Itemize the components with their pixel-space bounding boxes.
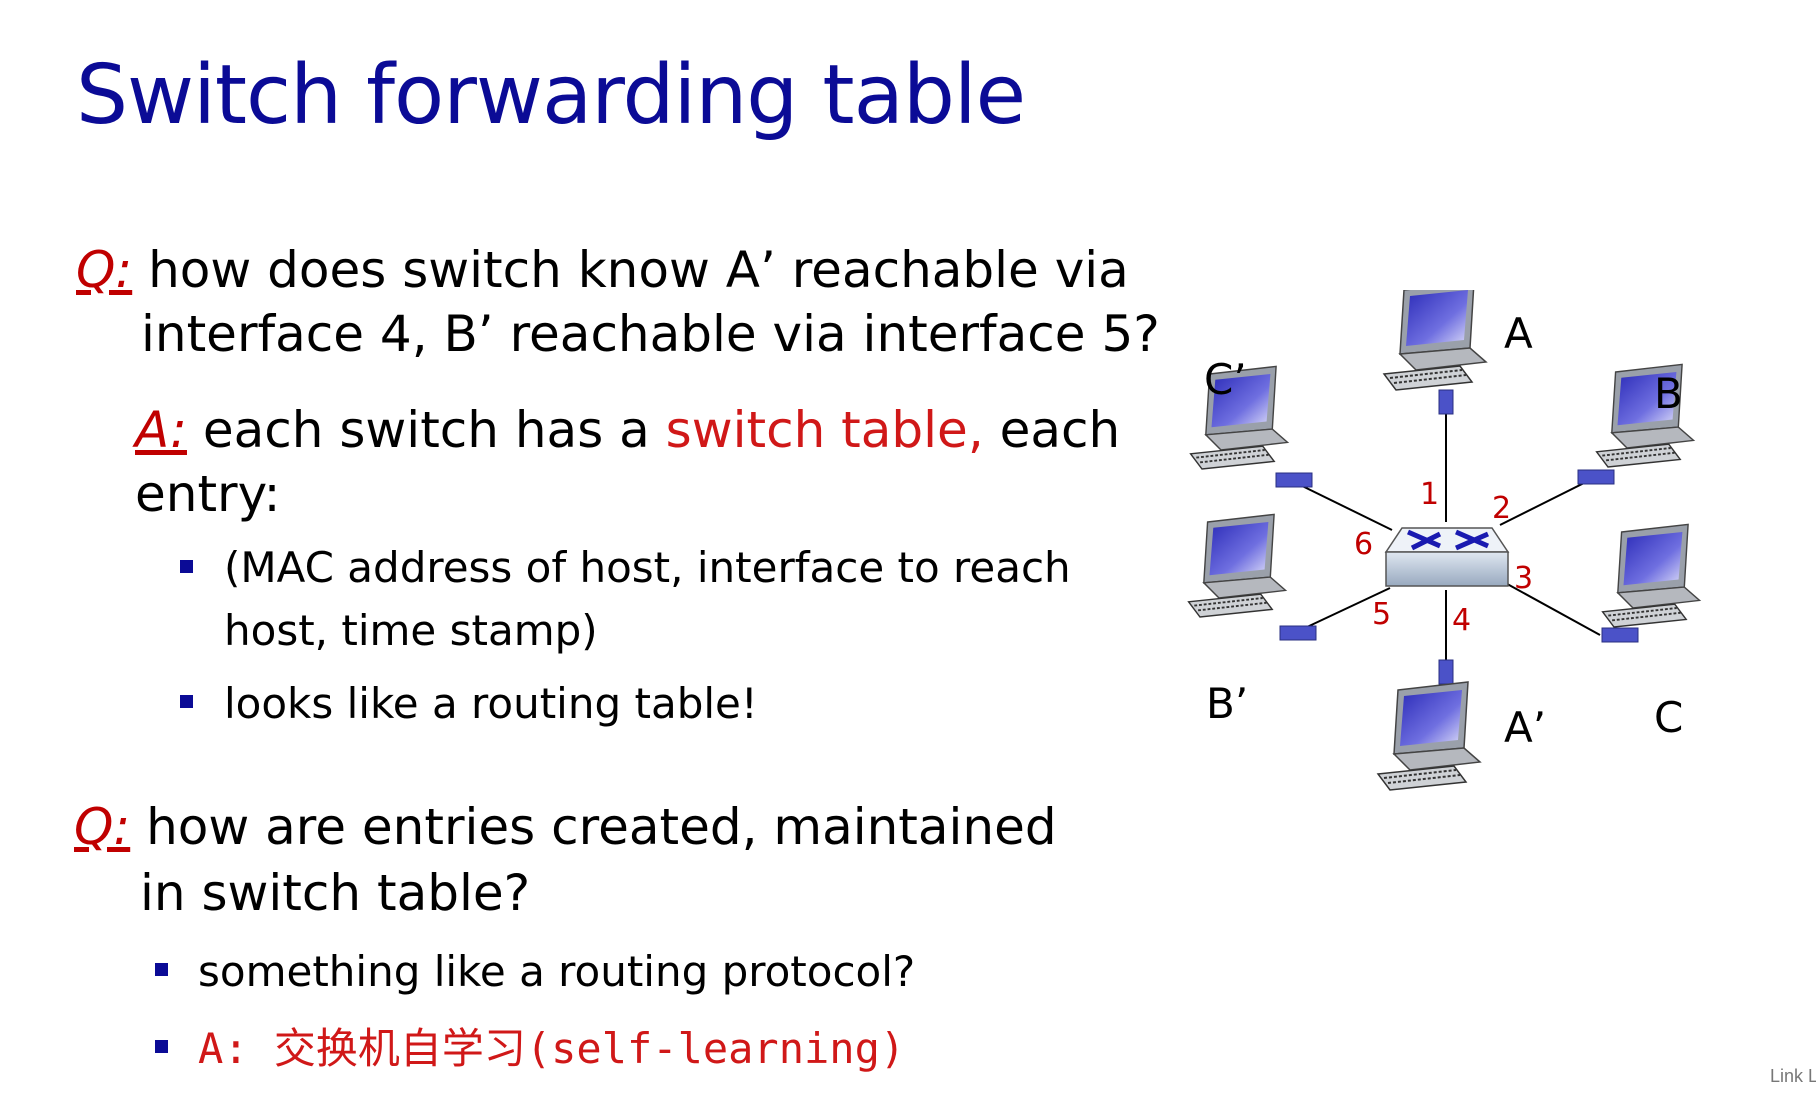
bullet-marker bbox=[155, 963, 168, 976]
bullet-marker bbox=[180, 695, 193, 708]
answer-1-post: each bbox=[983, 401, 1121, 459]
answer-1: A: each switch has a switch table, each bbox=[135, 398, 1120, 462]
bullet-mac-entry: (MAC address of host, interface to reach bbox=[224, 543, 1071, 592]
interface-3-label: 3 bbox=[1514, 561, 1533, 596]
bullet-self-learning: A: 交换机自学习(self-learning) bbox=[198, 1024, 906, 1073]
nic-a bbox=[1438, 389, 1454, 415]
bullet-mac-entry-continued: host, time stamp) bbox=[224, 606, 598, 655]
question-2: Q: how are entries created, maintained bbox=[74, 795, 1057, 859]
interface-1-label: 1 bbox=[1420, 477, 1439, 512]
question-1-continued: interface 4, B’ reachable via interface … bbox=[141, 305, 1160, 363]
interface-2-label: 2 bbox=[1492, 491, 1511, 526]
nic-c-prime bbox=[1275, 472, 1313, 488]
host-a-prime-label: A’ bbox=[1504, 703, 1546, 752]
answer-1-pre: each switch has a bbox=[186, 401, 666, 459]
page-title: Switch forwarding table bbox=[76, 48, 1026, 143]
question-1-label: Q: bbox=[76, 241, 133, 299]
switch-icon bbox=[1384, 527, 1510, 587]
host-b-prime-icon bbox=[1187, 513, 1287, 618]
answer-1-continued: entry: bbox=[135, 465, 281, 523]
host-a-icon bbox=[1383, 290, 1487, 391]
host-c-label: C bbox=[1654, 693, 1683, 742]
interface-4-label: 4 bbox=[1452, 603, 1471, 638]
question-2-label: Q: bbox=[74, 798, 131, 856]
question-1: Q: how does switch know A’ reachable via bbox=[76, 238, 1129, 302]
nic-b-prime bbox=[1279, 625, 1317, 641]
answer-1-highlight: switch table, bbox=[665, 401, 984, 459]
answer-1-label: A: bbox=[135, 401, 187, 459]
host-a-label: A bbox=[1504, 309, 1533, 358]
network-diagram: A B C A’ B’ C’ 1 2 3 4 5 6 bbox=[1187, 290, 1701, 791]
bullet-marker bbox=[180, 560, 193, 573]
footer-text: Link L bbox=[1770, 1066, 1816, 1086]
interface-5-label: 5 bbox=[1372, 597, 1391, 632]
host-b-prime-label: B’ bbox=[1206, 679, 1248, 728]
question-2-continued: in switch table? bbox=[140, 864, 531, 922]
host-c-icon bbox=[1601, 523, 1701, 628]
nic-b bbox=[1577, 469, 1615, 485]
bullet-routing-protocol: something like a routing protocol? bbox=[198, 947, 916, 996]
question-1-text: how does switch know A’ reachable via bbox=[132, 241, 1129, 299]
interface-6-label: 6 bbox=[1354, 527, 1373, 562]
question-2-text: how are entries created, maintained bbox=[130, 798, 1057, 856]
host-c-prime-label: C’ bbox=[1204, 355, 1247, 404]
nic-a-prime bbox=[1438, 659, 1454, 685]
bullet-marker bbox=[155, 1040, 168, 1053]
host-b-label: B bbox=[1654, 369, 1683, 418]
bullet-routing-table: looks like a routing table! bbox=[224, 679, 758, 728]
nic-c bbox=[1601, 627, 1639, 643]
host-a-prime-icon bbox=[1377, 681, 1481, 791]
